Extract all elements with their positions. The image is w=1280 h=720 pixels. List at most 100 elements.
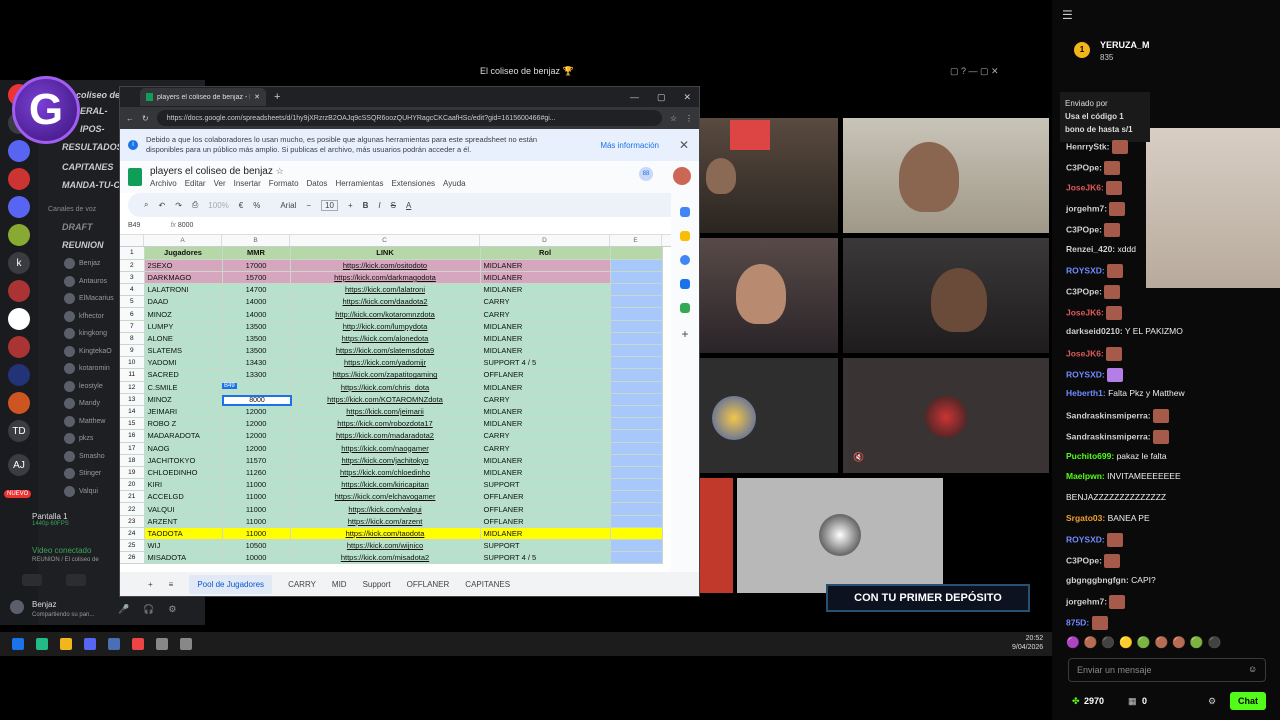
header-cell[interactable]: Jugadores (144, 247, 223, 260)
player-cell[interactable]: MISADOTA (144, 551, 223, 565)
channel-item[interactable]: ERAL- (80, 106, 108, 116)
chat-username[interactable]: gbgnggbngfgn: (1066, 575, 1129, 585)
col-e[interactable]: E (610, 235, 662, 246)
add-addon-icon[interactable]: + (680, 327, 690, 341)
chat-username[interactable]: Srgato03: (1066, 513, 1105, 523)
cell[interactable] (610, 405, 663, 419)
chat-message[interactable]: C3POpe: (1066, 160, 1121, 175)
chat-message[interactable]: Heberth1: Falta Pkz y Matthew (1066, 388, 1185, 398)
share-button[interactable] (66, 574, 86, 586)
currency-icon[interactable]: € (239, 201, 243, 210)
close-notice-icon[interactable]: ✕ (679, 138, 689, 152)
cell[interactable] (610, 295, 663, 309)
voice-user[interactable]: Matthew (64, 415, 105, 427)
player-cell[interactable]: C.SMILE (144, 381, 223, 394)
chat-message[interactable]: ROYSXD: (1066, 533, 1124, 548)
role-cell[interactable]: MIDLANER (480, 527, 611, 541)
player-cell[interactable]: ACCELGD (144, 490, 223, 504)
link-cell[interactable]: https://kick.com/kiricapitan (290, 478, 481, 492)
percent-icon[interactable]: % (253, 201, 260, 210)
bold-icon[interactable]: B (363, 201, 369, 210)
player-cell[interactable]: LUMPY (144, 320, 223, 333)
sheet-tab-capitanes[interactable]: CAPITANES (465, 580, 510, 589)
role-cell[interactable]: CARRY (480, 442, 611, 455)
link-cell[interactable]: https://kick.com/misadota2 (290, 551, 481, 565)
undo-icon[interactable]: ↶ (158, 201, 165, 210)
contacts-icon[interactable] (680, 279, 690, 289)
cell[interactable] (610, 283, 663, 297)
chat-username[interactable]: C3POpe: (1066, 162, 1102, 172)
role-cell[interactable]: MIDLANER (480, 417, 611, 431)
all-sheets-icon[interactable]: ≡ (169, 580, 174, 589)
menu-item[interactable]: Datos (307, 179, 328, 188)
settings-icon[interactable]: ⚙ (1208, 696, 1216, 707)
maps-icon[interactable] (680, 303, 690, 313)
mmr-cell[interactable]: 12000 (222, 429, 291, 443)
chat-username[interactable]: JoseJK6: (1066, 307, 1104, 317)
chat-username[interactable]: jorgehm7: (1066, 597, 1107, 607)
doc-title[interactable]: players el coliseo de benjaz (150, 166, 273, 177)
role-cell[interactable]: MIDLANER (480, 344, 611, 358)
player-cell[interactable]: LALATRONI (144, 283, 223, 297)
voice-user[interactable]: Antauros (64, 275, 107, 287)
chat-message[interactable]: ROYSXD: (1066, 367, 1124, 382)
menu-item[interactable]: Editar (185, 179, 206, 188)
server-icon[interactable] (8, 196, 30, 218)
increase-font-icon[interactable]: + (348, 201, 353, 210)
chat-message[interactable]: Renzei_420: xddd (1066, 244, 1136, 254)
text-color-icon[interactable]: A (406, 201, 411, 210)
voice-user[interactable]: ElMacarius (64, 293, 114, 304)
link-cell[interactable]: http://kick.com/kotaromnzdota (290, 307, 481, 321)
link-cell[interactable]: http://kick.com/lumpydota (290, 320, 481, 333)
col-a[interactable]: A (144, 235, 222, 246)
chat-username[interactable]: Puchito699: (1066, 451, 1114, 461)
chat-username[interactable]: C3POpe: (1066, 555, 1102, 565)
player-cell[interactable]: YADOMI (144, 356, 223, 370)
top-user[interactable]: YERUZA_M (1100, 40, 1150, 50)
url-field[interactable]: https://docs.google.com/spreadsheets/d/1… (156, 110, 662, 126)
active-cell-editor[interactable]: 8000 (222, 395, 292, 406)
chat-username[interactable]: ROYSXD: (1066, 535, 1105, 545)
mmr-cell[interactable]: 12000 (222, 442, 291, 455)
more-info-link[interactable]: Más información (600, 141, 659, 150)
link-cell[interactable]: https://kick.com/daadota2 (290, 295, 481, 309)
player-cell[interactable]: MINOZ (144, 393, 223, 406)
star-icon[interactable]: ☆ (670, 114, 677, 123)
chat-message[interactable]: JoseJK6: (1066, 181, 1123, 196)
mmr-cell[interactable]: 14000 (222, 295, 291, 309)
cell[interactable] (610, 344, 663, 358)
formula-value[interactable]: 8000 (178, 222, 194, 229)
camera-button[interactable] (22, 574, 42, 586)
print-icon[interactable]: ⎙ (192, 200, 198, 210)
search-icon[interactable]: ⌕ (144, 200, 148, 210)
link-cell[interactable]: https://kick.com/elchavogamer (290, 490, 481, 504)
explorer-icon[interactable] (60, 638, 72, 650)
chat-message[interactable]: C3POpe: (1066, 222, 1121, 237)
mmr-cell[interactable]: 10000 (222, 551, 291, 565)
player-cell[interactable]: WIJ (144, 539, 223, 553)
edge-icon[interactable] (36, 638, 48, 650)
role-cell[interactable]: OFFLANER (480, 368, 611, 382)
link-cell[interactable]: https://kick.com/alonedota (290, 332, 481, 346)
cell[interactable] (610, 368, 663, 382)
player-cell[interactable]: MINOZ (144, 307, 223, 321)
cell[interactable] (610, 551, 663, 565)
cell[interactable] (610, 271, 663, 285)
role-cell[interactable]: MIDLANER (480, 405, 611, 419)
role-cell[interactable]: MIDLANER (480, 271, 611, 285)
cell[interactable] (610, 307, 663, 321)
server-icon[interactable]: k (8, 252, 30, 274)
link-cell[interactable]: https://kick.com/jeimarii (290, 405, 481, 419)
chat-username[interactable]: C3POpe: (1066, 224, 1102, 234)
cell[interactable] (610, 332, 663, 346)
voice-user[interactable]: pkzs (64, 433, 93, 444)
player-cell[interactable]: SACRED (144, 368, 223, 382)
chat-message[interactable]: jorgehm7: (1066, 202, 1126, 217)
link-cell[interactable]: https://kick.com/valqui (290, 502, 481, 516)
mmr-cell[interactable]: 11000 (222, 502, 291, 516)
decrease-font-icon[interactable]: − (306, 201, 311, 210)
sheet-tab-offlaner[interactable]: OFFLANER (407, 580, 450, 589)
header-cell[interactable]: LINK (290, 247, 481, 260)
server-icon[interactable] (8, 392, 30, 414)
channel-item[interactable]: MANDA-TU-C (62, 180, 120, 190)
